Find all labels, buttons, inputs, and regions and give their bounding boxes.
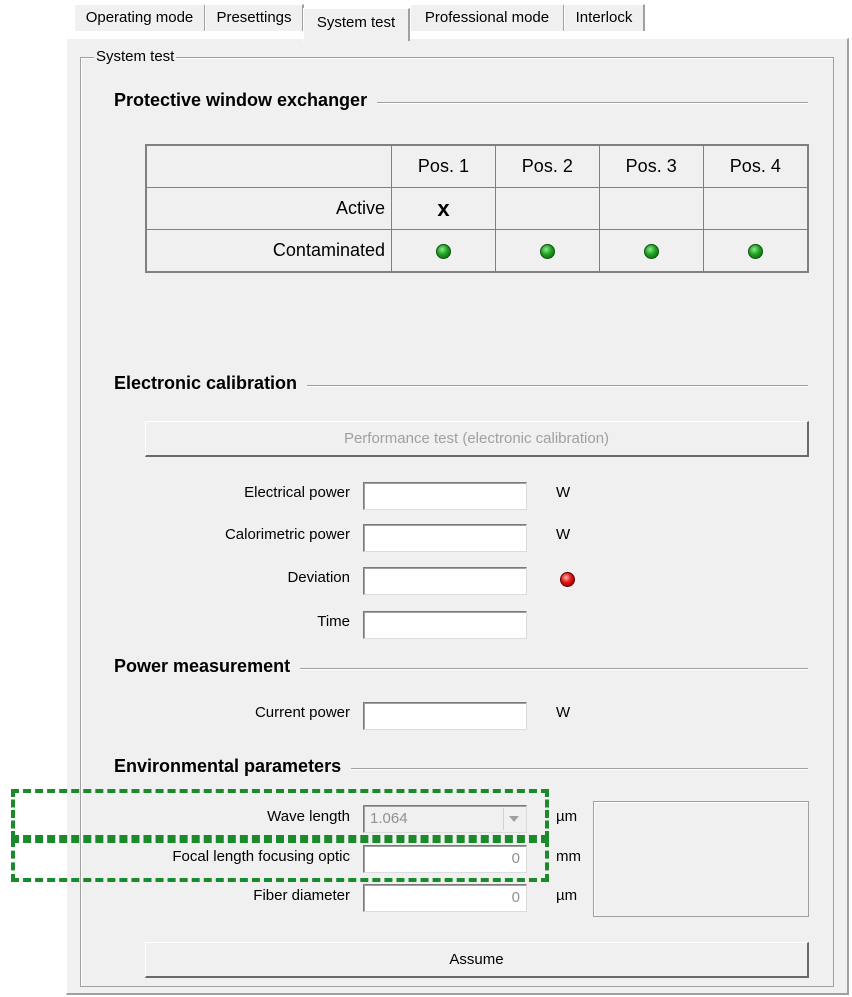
environmental-info-box: [593, 801, 809, 917]
tab-system-test[interactable]: System test: [303, 8, 410, 41]
electrical-power-unit: W: [556, 484, 571, 501]
time-field[interactable]: [363, 611, 527, 639]
current-power-unit: W: [556, 704, 571, 721]
column-header: Pos. 4: [702, 144, 809, 188]
calorimetric-power-unit: W: [556, 526, 571, 543]
fiber-diameter-field[interactable]: 0: [363, 884, 527, 912]
wave-length-unit: µm: [556, 808, 578, 825]
active-cell-pos4: [702, 187, 809, 230]
active-cell-pos2: [494, 187, 600, 230]
section-electronic-calibration: Electronic calibration: [114, 373, 308, 394]
green-led-icon: [643, 243, 659, 259]
calorimetric-power-label: Calorimetric power: [224, 526, 350, 543]
contaminated-cell-pos2: [494, 229, 600, 273]
contaminated-cell-pos3: [598, 229, 704, 273]
tab-professional-mode[interactable]: Professional mode: [410, 4, 565, 31]
table-row-contaminated: Contaminated: [145, 229, 809, 273]
contaminated-cell-pos1: [391, 229, 496, 273]
tab-presettings[interactable]: Presettings: [205, 4, 304, 31]
table-corner-cell: [145, 144, 392, 188]
fiber-diameter-label: Fiber diameter: [253, 887, 350, 904]
column-header: Pos. 2: [494, 144, 600, 188]
row-label-contaminated: Contaminated: [145, 229, 392, 273]
active-cell-pos1: x: [391, 187, 496, 230]
calorimetric-power-field[interactable]: [363, 524, 527, 552]
active-cell-pos3: [598, 187, 704, 230]
assume-button[interactable]: Assume: [145, 942, 809, 978]
protective-window-table: Pos. 1 Pos. 2 Pos. 3 Pos. 4 Active x Con…: [145, 144, 809, 273]
row-label-active: Active: [145, 187, 392, 230]
current-power-field[interactable]: [363, 702, 527, 730]
column-header: Pos. 1: [391, 144, 496, 188]
table-header-row: Pos. 1 Pos. 2 Pos. 3 Pos. 4: [145, 144, 809, 188]
current-power-label: Current power: [254, 704, 350, 721]
deviation-field[interactable]: [363, 567, 527, 595]
green-led-icon: [747, 243, 763, 259]
contaminated-cell-pos4: [702, 229, 809, 273]
section-environmental-parameters: Environmental parameters: [114, 756, 352, 777]
electrical-power-field[interactable]: [363, 482, 527, 510]
highlight-focal-length: [11, 839, 549, 882]
section-protective-window: Protective window exchanger: [114, 90, 378, 111]
group-title: System test: [94, 48, 177, 65]
time-label: Time: [317, 613, 350, 630]
performance-test-button[interactable]: Performance test (electronic calibration…: [145, 421, 809, 457]
green-led-icon: [539, 243, 555, 259]
tab-operating-mode[interactable]: Operating mode: [74, 4, 206, 31]
electrical-power-label: Electrical power: [244, 484, 350, 501]
section-power-measurement: Power measurement: [114, 656, 301, 677]
deviation-label: Deviation: [287, 569, 350, 586]
highlight-wave-length: [11, 789, 549, 839]
focal-length-unit: mm: [556, 848, 581, 865]
active-x-mark: x: [437, 195, 450, 221]
column-header: Pos. 3: [598, 144, 704, 188]
green-led-icon: [435, 243, 451, 259]
red-led-icon: [560, 572, 575, 587]
tab-interlock[interactable]: Interlock: [564, 4, 645, 31]
fiber-diameter-unit: µm: [556, 887, 578, 904]
table-row-active: Active x: [145, 187, 809, 230]
